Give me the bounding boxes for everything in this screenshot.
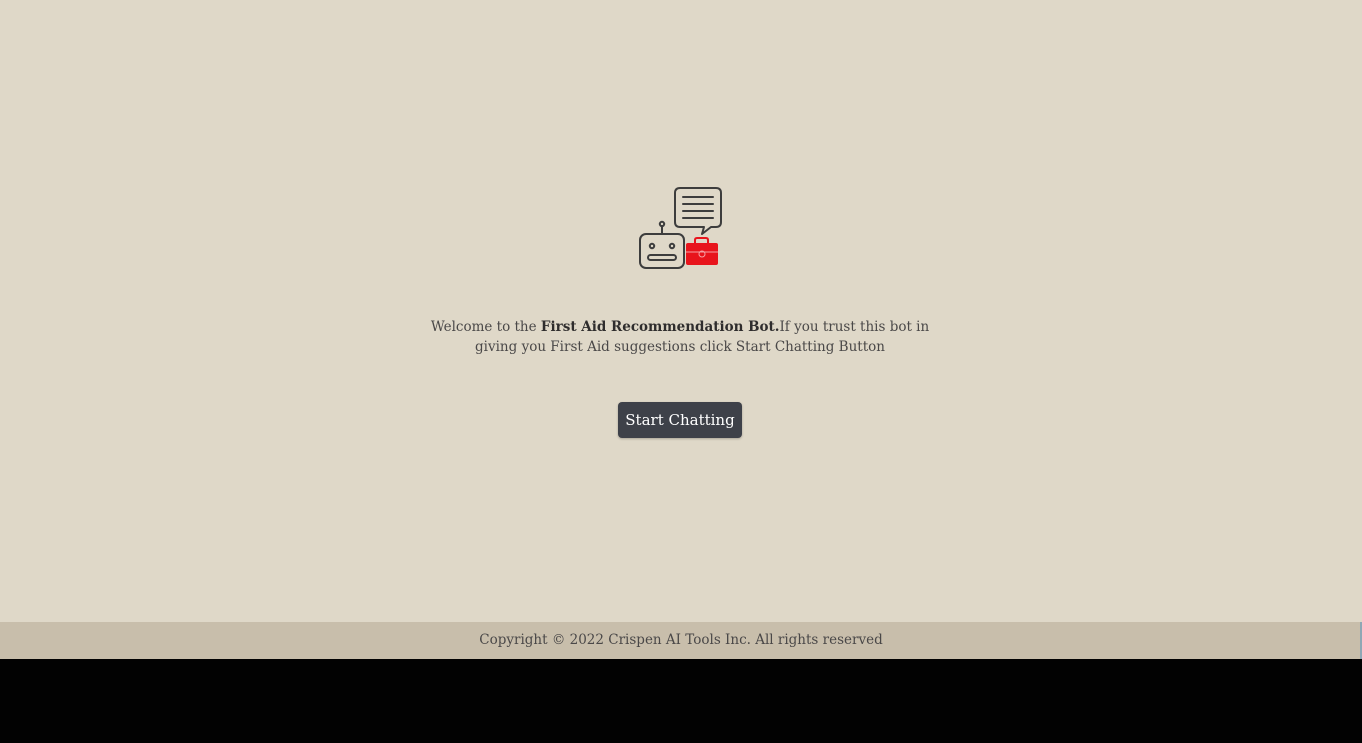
empty-viewport-area	[0, 659, 1362, 743]
first-aid-kit-icon	[686, 237, 718, 265]
welcome-prefix: Welcome to the	[430, 319, 541, 335]
landing-page: Welcome to the First Aid Recommendation …	[0, 0, 1362, 622]
speech-bubble-icon	[674, 187, 722, 235]
bot-name: First Aid Recommendation Bot.	[540, 319, 780, 335]
footer: Copyright © 2022 Crispen AI Tools Inc. A…	[0, 622, 1362, 659]
copyright-text: Copyright © 2022 Crispen AI Tools Inc. A…	[479, 632, 883, 648]
robot-head-icon	[639, 220, 685, 269]
start-chatting-button[interactable]: Start Chatting	[618, 402, 742, 438]
welcome-message: Welcome to the First Aid Recommendation …	[430, 317, 930, 357]
robot-first-aid-chat-icon-svg	[639, 187, 722, 269]
robot-first-aid-chat-icon	[636, 185, 726, 273]
